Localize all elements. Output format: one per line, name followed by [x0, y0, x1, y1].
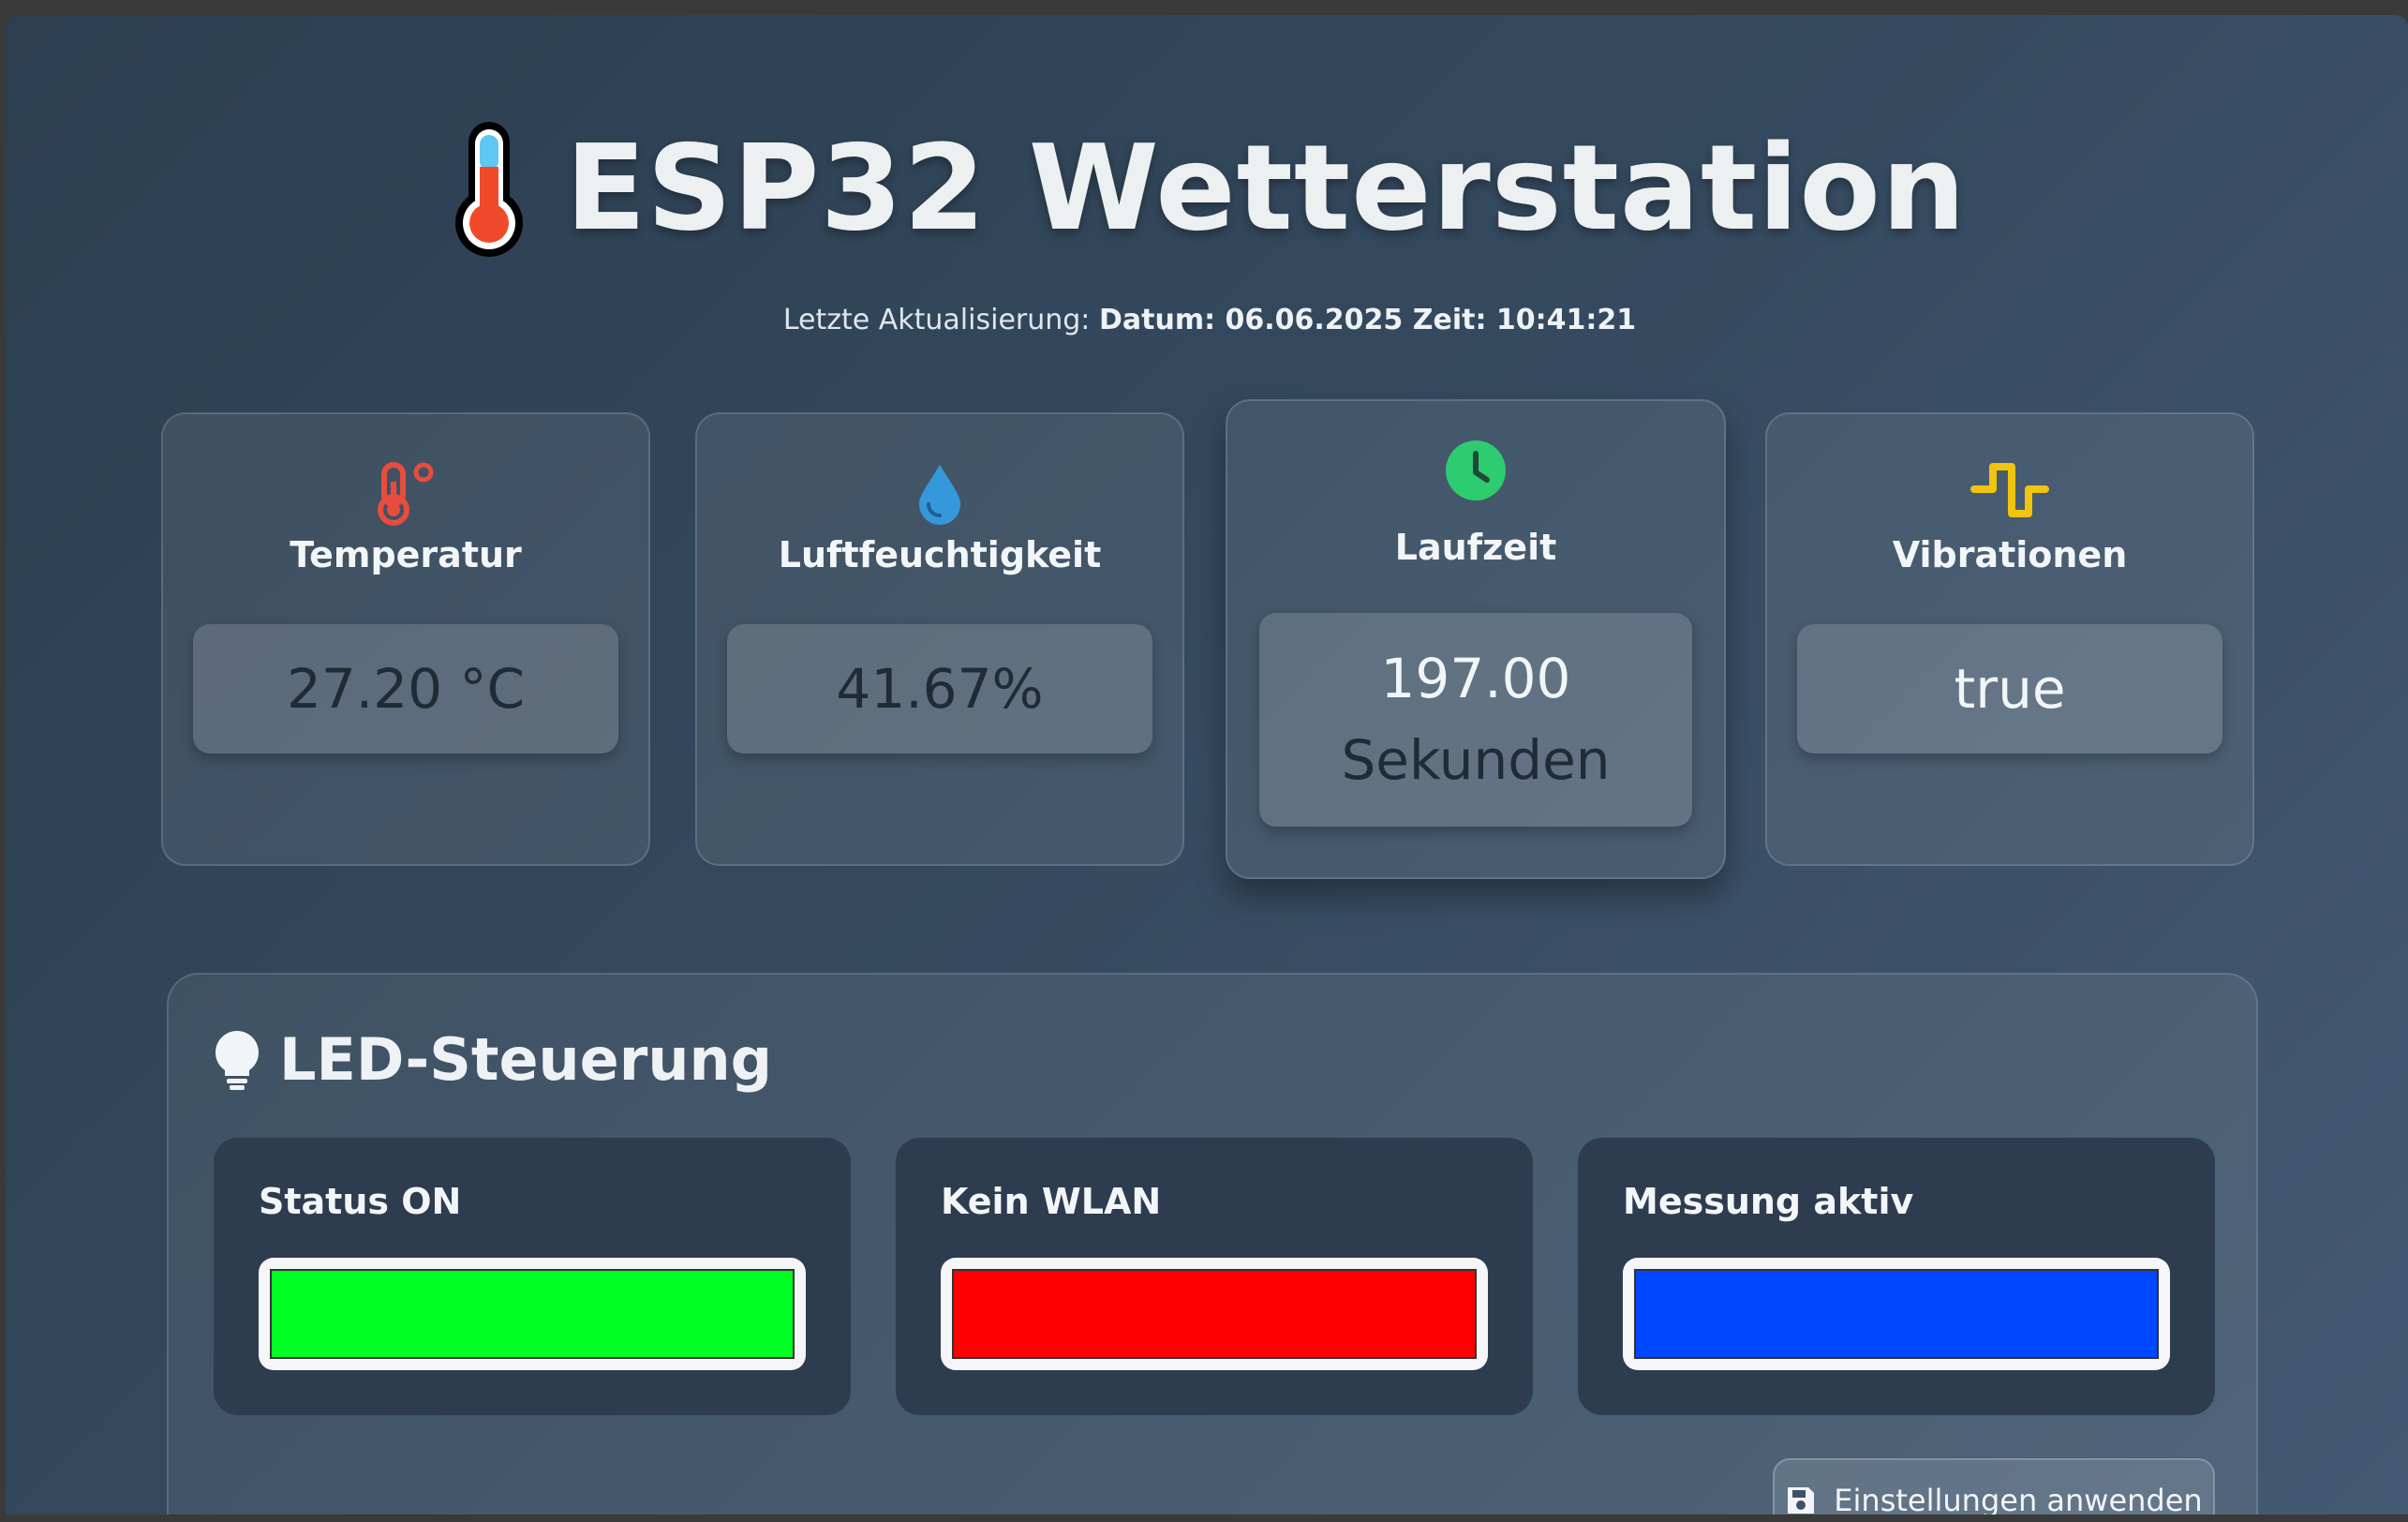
led-color-picker[interactable] — [941, 1258, 1488, 1370]
wave-icon — [1970, 463, 2049, 517]
led-heading: LED-Steuerung — [214, 1025, 772, 1094]
led-label: Messung aktiv — [1623, 1181, 1914, 1222]
droplet-icon — [919, 465, 960, 525]
led-label: Status ON — [259, 1181, 462, 1222]
thermometer-icon — [378, 462, 434, 526]
led-card-measurement-active: Messung aktiv — [1578, 1138, 2215, 1415]
led-color-picker[interactable] — [1623, 1258, 2170, 1370]
save-icon — [1788, 1487, 1815, 1514]
page-title: ESP32 Wetterstation — [565, 119, 1967, 257]
uptime-title: Laufzeit — [1394, 527, 1557, 568]
temperature-title: Temperatur — [290, 534, 522, 575]
led-heading-text: LED-Steuerung — [279, 1025, 772, 1094]
led-card-status-on: Status ON — [214, 1138, 851, 1415]
led-control-panel: LED-Steuerung Status ON Kein WLAN Messun… — [167, 973, 2258, 1515]
uptime-icon-wrap — [1227, 439, 1724, 502]
dashboard-page: ESP32 Wetterstation Letzte Aktualisierun… — [6, 15, 2408, 1515]
last-update-value: Datum: 06.06.2025 Zeit: 10:41:21 — [1098, 304, 1637, 336]
apply-settings-label: Einstellungen anwenden — [1834, 1483, 2203, 1515]
humidity-icon-wrap — [697, 461, 1182, 527]
vibration-icon-wrap — [1767, 461, 2252, 521]
title-row: ESP32 Wetterstation — [453, 118, 1966, 259]
vibration-title: Vibrationen — [1892, 534, 2128, 575]
led-color-swatch — [952, 1269, 1477, 1359]
vibration-card: Vibrationen true — [1765, 412, 2254, 866]
uptime-value-unit: Sekunden — [1341, 728, 1611, 792]
led-color-swatch — [270, 1269, 795, 1359]
clock-icon — [1446, 440, 1506, 500]
thermometer-emoji-icon — [455, 122, 524, 257]
temperature-icon-wrap — [163, 461, 648, 527]
vibration-value: true — [1797, 624, 2222, 754]
led-color-picker[interactable] — [259, 1258, 806, 1370]
led-card-no-wifi: Kein WLAN — [896, 1138, 1533, 1415]
uptime-card: Laufzeit 197.00 Sekunden — [1226, 399, 1726, 879]
temperature-card: Temperatur 27.20 °C — [161, 412, 650, 866]
temperature-value: 27.20 °C — [193, 624, 618, 754]
humidity-card: Luftfeuchtigkeit 41.67% — [695, 412, 1184, 866]
page-header: ESP32 Wetterstation Letzte Aktualisierun… — [6, 118, 2408, 336]
humidity-value: 41.67% — [727, 624, 1152, 754]
uptime-value: 197.00 Sekunden — [1259, 613, 1692, 827]
led-color-swatch — [1634, 1269, 2159, 1359]
apply-settings-button[interactable]: Einstellungen anwenden — [1773, 1458, 2215, 1515]
humidity-title: Luftfeuchtigkeit — [778, 534, 1102, 575]
last-update-label: Letzte Aktualisierung: — [782, 304, 1091, 336]
lightbulb-icon — [215, 1030, 260, 1090]
uptime-value-number: 197.00 — [1380, 647, 1571, 710]
last-update-line: Letzte Aktualisierung: Datum: 06.06.2025… — [6, 304, 2408, 336]
led-label: Kein WLAN — [941, 1181, 1162, 1222]
